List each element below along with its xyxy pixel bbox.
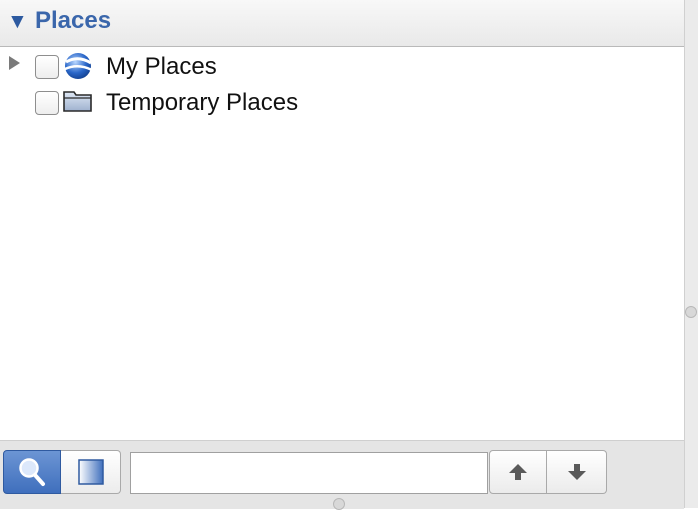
- search-input[interactable]: [130, 452, 488, 494]
- places-header[interactable]: ▼ Places: [0, 0, 685, 47]
- tree-item-label: Temporary Places: [106, 89, 299, 116]
- temporary-places-checkbox[interactable]: [35, 91, 59, 115]
- arrow-up-icon: [509, 464, 527, 480]
- splitter-handle[interactable]: [685, 306, 697, 318]
- folder-icon: [62, 87, 94, 117]
- tree-item-my-places[interactable]: My Places: [0, 49, 660, 83]
- panel-toggle-button[interactable]: [61, 450, 121, 494]
- panel-icon: [77, 459, 104, 485]
- tree-item-label: My Places: [106, 53, 217, 80]
- move-down-button[interactable]: [547, 450, 607, 494]
- earth-globe-icon: [62, 51, 94, 81]
- tree-item-temporary-places[interactable]: Temporary Places: [0, 85, 660, 119]
- places-panel: ▼ Places My Places Temporary Places: [0, 0, 698, 510]
- my-places-checkbox[interactable]: [35, 55, 59, 79]
- move-up-button[interactable]: [489, 450, 547, 494]
- arrow-down-icon: [567, 464, 586, 480]
- disclosure-triangle-right-icon[interactable]: [9, 56, 20, 70]
- panel-splitter[interactable]: [684, 0, 698, 508]
- places-tree: My Places Temporary Places: [0, 47, 684, 439]
- bottom-resize-handle[interactable]: [333, 498, 345, 510]
- magnifier-icon: [19, 458, 45, 486]
- places-title: Places: [35, 7, 112, 34]
- disclosure-triangle-down-icon[interactable]: ▼: [7, 10, 28, 34]
- search-toggle-button[interactable]: [3, 450, 61, 494]
